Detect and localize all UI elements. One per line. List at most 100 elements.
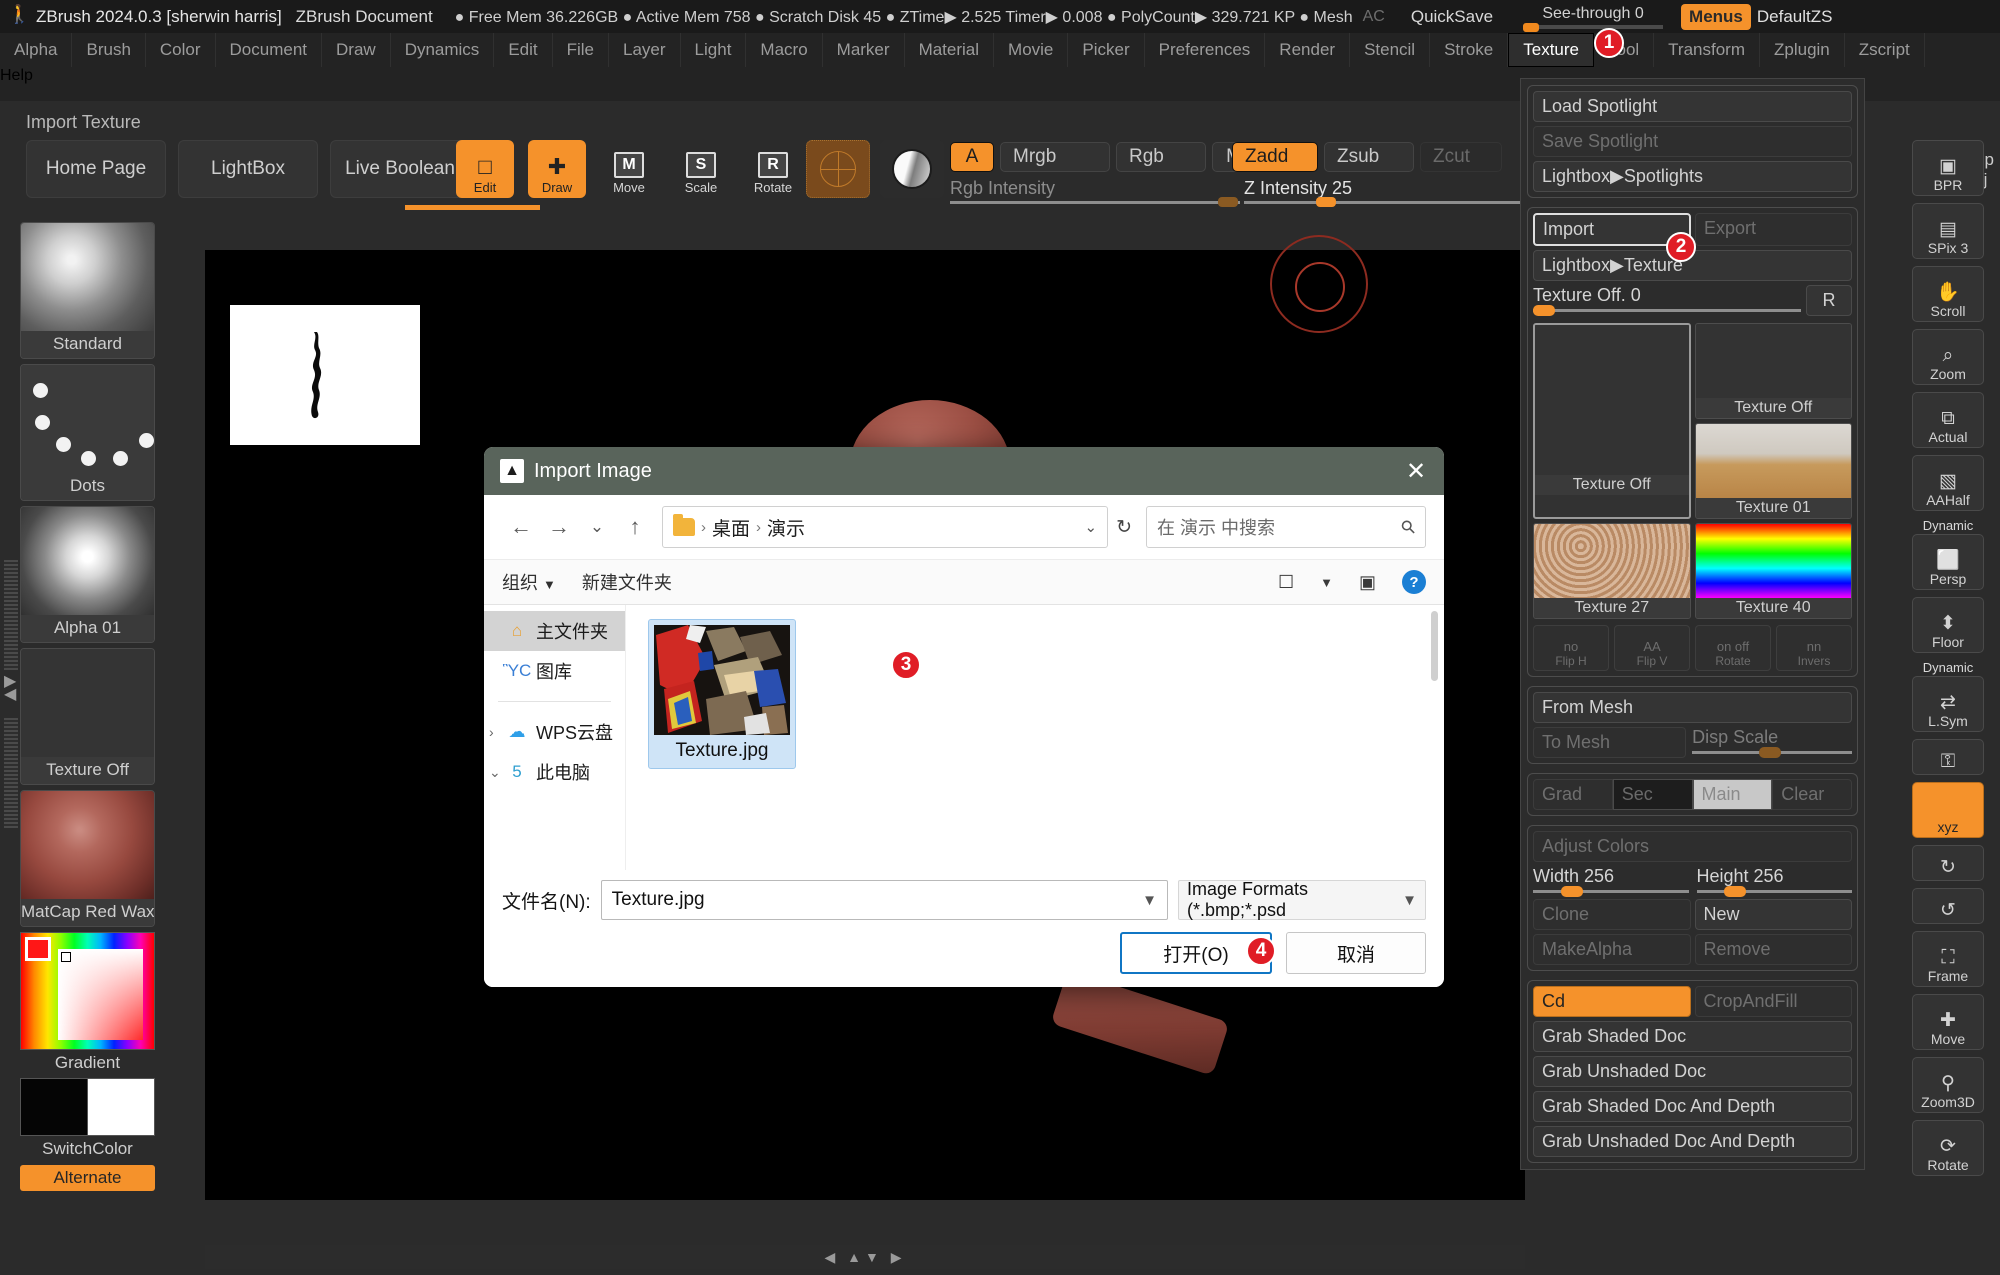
z-intensity-track[interactable]	[1244, 201, 1534, 204]
recent-locations-icon[interactable]: ⌄	[578, 508, 616, 546]
menu-item-zscript[interactable]: Zscript	[1845, 33, 1925, 67]
menu-item-preferences[interactable]: Preferences	[1145, 33, 1266, 67]
texture-cell-3[interactable]: Texture 27	[1533, 523, 1691, 619]
tool-persp[interactable]: ⬜ Persp	[1912, 534, 1984, 590]
texture-cell-2[interactable]: Texture 01	[1695, 423, 1853, 519]
file-item[interactable]: Texture.jpg	[648, 619, 796, 769]
color-cursor[interactable]	[61, 952, 71, 962]
z-intensity-knob[interactable]	[1316, 197, 1336, 207]
breadcrumb-item-0[interactable]: 桌面	[712, 514, 750, 541]
lightbox-button[interactable]: LightBox	[178, 140, 318, 198]
menu-item-texture[interactable]: Texture	[1508, 33, 1594, 67]
grab-button-1[interactable]: Grab Unshaded Doc	[1533, 1056, 1852, 1087]
menu-item-stencil[interactable]: Stencil	[1350, 33, 1430, 67]
chevron-down-icon[interactable]: ⌄	[1085, 518, 1098, 536]
current-color-swatch[interactable]	[25, 937, 51, 961]
see-through-knob[interactable]	[1523, 23, 1539, 32]
rgb-intensity-track[interactable]	[950, 201, 1240, 204]
width-slider[interactable]: Width 256	[1533, 866, 1689, 893]
left-scroll-handle-bottom[interactable]	[4, 718, 18, 828]
left-scroll-handle-top[interactable]	[4, 560, 18, 670]
move-mode-button[interactable]: M Move	[600, 140, 658, 198]
main-button[interactable]: Main	[1693, 779, 1773, 810]
menu-item-alpha[interactable]: Alpha	[0, 33, 72, 67]
rgb-button[interactable]: Rgb	[1116, 142, 1206, 172]
menu-item-render[interactable]: Render	[1265, 33, 1350, 67]
import-image-dialog[interactable]: ▲ Import Image ✕ ← → ⌄ ↑ › 桌面 › 演示 ⌄ ↻ 在…	[484, 447, 1444, 987]
canvas-bottom-bar[interactable]: ◀ ▲▼ ▶	[205, 1245, 1525, 1269]
view-mode-icon[interactable]: ☐	[1278, 572, 1294, 593]
scale-mode-button[interactable]: S Scale	[672, 140, 730, 198]
secondary-color-swatch[interactable]	[87, 1079, 154, 1135]
menu-item-brush[interactable]: Brush	[72, 33, 145, 67]
tool-zoom3d[interactable]: ⚲ Zoom3D	[1912, 1057, 1984, 1113]
disp-scale-knob[interactable]	[1759, 747, 1781, 758]
save-spotlight-button[interactable]: Save Spotlight	[1533, 126, 1852, 157]
alternate-button[interactable]: Alternate	[20, 1165, 155, 1191]
menus-button[interactable]: Menus	[1681, 4, 1751, 30]
grab-button-3[interactable]: Grab Unshaded Doc And Depth	[1533, 1126, 1852, 1157]
menu-item-color[interactable]: Color	[146, 33, 216, 67]
menu-item-picker[interactable]: Picker	[1068, 33, 1144, 67]
palette-item-stroke-dots[interactable]: Dots	[20, 364, 155, 501]
chevron-icon[interactable]: ⌄	[489, 764, 501, 781]
edit-mode-button[interactable]: □ Edit	[456, 140, 514, 198]
menu-item-help[interactable]: Help	[0, 67, 33, 101]
menu-item-transform[interactable]: Transform	[1654, 33, 1760, 67]
menu-item-document[interactable]: Document	[216, 33, 322, 67]
palette-item-brush-standard[interactable]: Standard	[20, 222, 155, 359]
grab-button-0[interactable]: Grab Shaded Doc	[1533, 1021, 1852, 1052]
view-mode-chevron-icon[interactable]: ▼	[1320, 575, 1333, 590]
left-palette-expander-icon[interactable]: ▶ ◀	[4, 675, 16, 701]
sidebar-item-1[interactable]: ὛC 图库	[484, 651, 625, 691]
material-preview-swatch[interactable]	[880, 140, 944, 198]
rotate-mode-button[interactable]: R Rotate	[744, 140, 802, 198]
see-through-slider[interactable]: See-through 0	[1523, 5, 1663, 29]
palette-item-matcap-red-wax[interactable]: MatCap Red Wax	[20, 790, 155, 927]
texture-offset-track[interactable]	[1533, 309, 1801, 312]
width-track[interactable]	[1533, 890, 1689, 893]
menu-item-dynamics[interactable]: Dynamics	[391, 33, 495, 67]
mrgb-button[interactable]: Mrgb	[1000, 142, 1110, 172]
lightbox-spotlights-button[interactable]: Lightbox▶Spotlights	[1533, 161, 1852, 192]
menu-item-file[interactable]: File	[553, 33, 609, 67]
alpha-toggle-button[interactable]: A	[950, 142, 994, 172]
tool-aahalf[interactable]: ▧ AAHalf	[1912, 455, 1984, 511]
home-page-button[interactable]: Home Page	[26, 140, 166, 198]
preview-pane-icon[interactable]: ▣	[1359, 572, 1376, 593]
grad-button[interactable]: Grad	[1533, 779, 1613, 810]
sidebar-item-0[interactable]: ⌂ 主文件夹	[484, 611, 625, 651]
refresh-icon[interactable]: ↻	[1116, 516, 1132, 539]
menu-item-draw[interactable]: Draw	[322, 33, 391, 67]
new-folder-button[interactable]: 新建文件夹	[582, 569, 672, 595]
tool-spix-3[interactable]: ▤ SPix 3	[1912, 203, 1984, 259]
file-list[interactable]: Texture.jpg	[626, 605, 1444, 870]
height-slider[interactable]: Height 256	[1697, 866, 1853, 893]
load-spotlight-button[interactable]: Load Spotlight	[1533, 91, 1852, 122]
texture-cell-4[interactable]: Texture 40	[1695, 523, 1853, 619]
tool-rotate-y[interactable]: ↻	[1912, 845, 1984, 881]
quicksave-button[interactable]: QuickSave	[1411, 7, 1493, 27]
main-menu-bar[interactable]: Alpha Brush Color Document Draw Dynamics Edit F…	[0, 33, 2000, 67]
close-icon[interactable]: ✕	[1388, 447, 1444, 495]
address-bar[interactable]: › 桌面 › 演示 ⌄	[662, 506, 1108, 548]
cropandfill-button[interactable]: CropAndFill	[1695, 986, 1853, 1017]
primary-color-swatch[interactable]	[21, 1079, 87, 1135]
zcut-button[interactable]: Zcut	[1420, 142, 1502, 172]
breadcrumb-item-1[interactable]: 演示	[767, 514, 805, 541]
tool-rotate[interactable]: ⟳ Rotate	[1912, 1120, 1984, 1176]
menu-item-zplugin[interactable]: Zplugin	[1760, 33, 1845, 67]
new-texture-button[interactable]: New	[1695, 899, 1853, 930]
file-list-scrollbar[interactable]	[1431, 611, 1438, 681]
help-icon[interactable]: ?	[1402, 570, 1426, 594]
grab-button-2[interactable]: Grab Shaded Doc And Depth	[1533, 1091, 1852, 1122]
remove-button[interactable]: Remove	[1695, 934, 1853, 965]
up-icon[interactable]: ↑	[616, 508, 654, 546]
tool-move[interactable]: ✚ Move	[1912, 994, 1984, 1050]
texture-op-flip-h[interactable]: no Flip H	[1533, 625, 1609, 671]
sidebar-item-2[interactable]: › ☁ WPS云盘	[484, 712, 625, 752]
sec-button[interactable]: Sec	[1613, 779, 1693, 810]
tool-xyz[interactable]: xyz	[1912, 782, 1984, 838]
height-knob[interactable]	[1724, 886, 1746, 897]
rgb-intensity-slider[interactable]: Rgb Intensity	[950, 178, 1240, 204]
